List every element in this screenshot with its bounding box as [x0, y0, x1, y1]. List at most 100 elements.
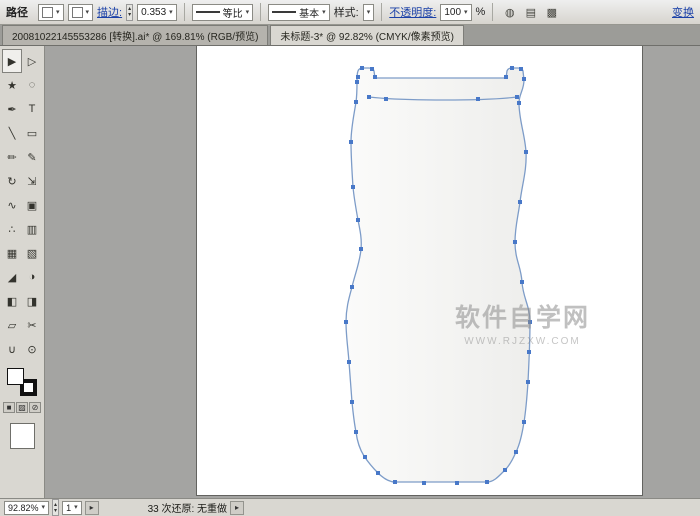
live-paint-selection-tool[interactable]: ◨	[22, 289, 42, 313]
anchor-point[interactable]	[367, 95, 371, 99]
gradient-tool[interactable]: ▧	[22, 241, 42, 265]
chevron-down-icon: ▾	[56, 9, 60, 16]
zoom-tool[interactable]: ⊙	[22, 337, 42, 361]
selection-tool[interactable]: ▶	[2, 49, 22, 73]
workspace: ▶▷★◌✒T╲▭✏✎↻⇲∿▣∴▥▦▧◢◑◧◨▱✂∪⊙ ■▨⊘	[0, 46, 700, 498]
anchor-point[interactable]	[344, 320, 348, 324]
free-transform-tool[interactable]: ▣	[22, 193, 42, 217]
anchor-point[interactable]	[518, 200, 522, 204]
fill-stroke-proxy[interactable]	[7, 368, 37, 396]
anchor-point[interactable]	[522, 420, 526, 424]
anchor-point[interactable]	[356, 218, 360, 222]
transform-panel-link[interactable]: 变换	[672, 4, 694, 20]
anchor-point[interactable]	[363, 455, 367, 459]
fill-color-dropdown[interactable]: ▾	[38, 4, 64, 21]
rotate-tool[interactable]: ↻	[2, 169, 22, 193]
anchor-point[interactable]	[354, 430, 358, 434]
graph-tool[interactable]: ▥	[22, 217, 42, 241]
current-color-swatch[interactable]	[10, 423, 35, 449]
bottle-outline-path[interactable]	[346, 68, 530, 482]
anchor-point[interactable]	[513, 240, 517, 244]
width-profile-dropdown[interactable]: 等比 ▾	[192, 4, 254, 21]
anchor-point[interactable]	[376, 471, 380, 475]
stroke-color-dropdown[interactable]: ▾	[68, 4, 94, 21]
anchor-point[interactable]	[384, 97, 388, 101]
artboard-nav-spinner[interactable]: ▴▾	[52, 499, 59, 516]
paintbrush-tool[interactable]: ✏	[2, 145, 22, 169]
anchor-point[interactable]	[510, 66, 514, 70]
recolor-artwork-icon[interactable]: ◍	[500, 3, 519, 21]
anchor-point[interactable]	[373, 75, 377, 79]
anchor-point[interactable]	[370, 67, 374, 71]
opacity-panel-link[interactable]: 不透明度:	[389, 4, 436, 20]
mesh-tool[interactable]: ▦	[2, 241, 22, 265]
align-panel-icon[interactable]: ▤	[521, 3, 540, 21]
hand-tool[interactable]: ∪	[2, 337, 22, 361]
pen-tool[interactable]: ✒	[2, 97, 22, 121]
lasso-tool[interactable]: ◌	[22, 73, 42, 97]
style-dropdown[interactable]: ▾	[363, 4, 375, 21]
anchor-point[interactable]	[347, 360, 351, 364]
next-artboard-button[interactable]: ▸	[85, 501, 99, 515]
anchor-point[interactable]	[520, 280, 524, 284]
type-tool[interactable]: T	[22, 97, 42, 121]
brush-definition-dropdown[interactable]: 基本 ▾	[268, 4, 330, 21]
magic-wand-tool[interactable]: ★	[2, 73, 22, 97]
anchor-point[interactable]	[349, 140, 353, 144]
anchor-point[interactable]	[526, 380, 530, 384]
anchor-point[interactable]	[351, 185, 355, 189]
gradient-mode-button[interactable]: ▨	[16, 402, 28, 413]
live-paint-bucket-tool[interactable]: ◧	[2, 289, 22, 313]
anchor-point[interactable]	[455, 481, 459, 485]
fill-proxy-swatch[interactable]	[7, 368, 24, 385]
anchor-point[interactable]	[524, 150, 528, 154]
anchor-point[interactable]	[522, 77, 526, 81]
anchor-point[interactable]	[503, 468, 507, 472]
anchor-point[interactable]	[515, 95, 519, 99]
anchor-point[interactable]	[476, 97, 480, 101]
anchor-point[interactable]	[519, 67, 523, 71]
blend-tool[interactable]: ◑	[22, 265, 42, 289]
anchor-point[interactable]	[485, 480, 489, 484]
anchor-point[interactable]	[354, 100, 358, 104]
anchor-point[interactable]	[514, 450, 518, 454]
eyedropper-tool[interactable]: ◢	[2, 265, 22, 289]
anchor-point[interactable]	[350, 285, 354, 289]
arrow-right-icon: ▸	[235, 503, 239, 512]
anchor-point[interactable]	[517, 101, 521, 105]
anchor-point[interactable]	[359, 247, 363, 251]
warp-tool[interactable]: ∿	[2, 193, 22, 217]
line-segment-tool[interactable]: ╲	[2, 121, 22, 145]
more-options-icon[interactable]: ▩	[542, 3, 561, 21]
separator	[381, 3, 382, 21]
opacity-combo[interactable]: 100 ▾	[440, 4, 471, 21]
anchor-point[interactable]	[393, 480, 397, 484]
none-mode-button[interactable]: ⊘	[29, 402, 41, 413]
direct-selection-tool[interactable]: ▷	[22, 49, 42, 73]
symbol-sprayer-tool[interactable]: ∴	[2, 217, 22, 241]
document-tab-1[interactable]: 20081022145553286 [转换].ai* @ 169.81% (RG…	[2, 25, 268, 45]
stroke-weight-combo[interactable]: 0.353 ▾	[137, 4, 177, 21]
status-menu-button[interactable]: ▸	[230, 501, 244, 515]
scale-tool[interactable]: ⇲	[22, 169, 42, 193]
anchor-point[interactable]	[422, 481, 426, 485]
slice-tool[interactable]: ▱	[2, 313, 22, 337]
anchor-point[interactable]	[360, 66, 364, 70]
stroke-panel-link[interactable]: 描边:	[97, 4, 122, 20]
anchor-point[interactable]	[356, 75, 360, 79]
anchor-point[interactable]	[527, 350, 531, 354]
pencil-tool[interactable]: ✎	[22, 145, 42, 169]
artboard-number-combo[interactable]: 1 ▾	[62, 501, 82, 515]
rectangle-tool[interactable]: ▭	[22, 121, 42, 145]
scissors-tool[interactable]: ✂	[22, 313, 42, 337]
anchor-point[interactable]	[528, 320, 532, 324]
anchor-point[interactable]	[350, 400, 354, 404]
stroke-weight-spinner[interactable]: ▴▾	[126, 4, 133, 21]
document-tab-2[interactable]: 未标题-3* @ 92.82% (CMYK/像素预览)	[270, 25, 464, 45]
zoom-level-combo[interactable]: 92.82% ▾	[4, 501, 49, 515]
color-mode-button[interactable]: ■	[3, 402, 15, 413]
anchor-point[interactable]	[504, 75, 508, 79]
anchor-point[interactable]	[355, 80, 359, 84]
document-tab-2-title: 未标题-3* @ 92.82% (CMYK/像素预览)	[280, 28, 454, 43]
canvas-area[interactable]: 软件自学网 WWW.RJZXW.COM	[45, 46, 700, 498]
